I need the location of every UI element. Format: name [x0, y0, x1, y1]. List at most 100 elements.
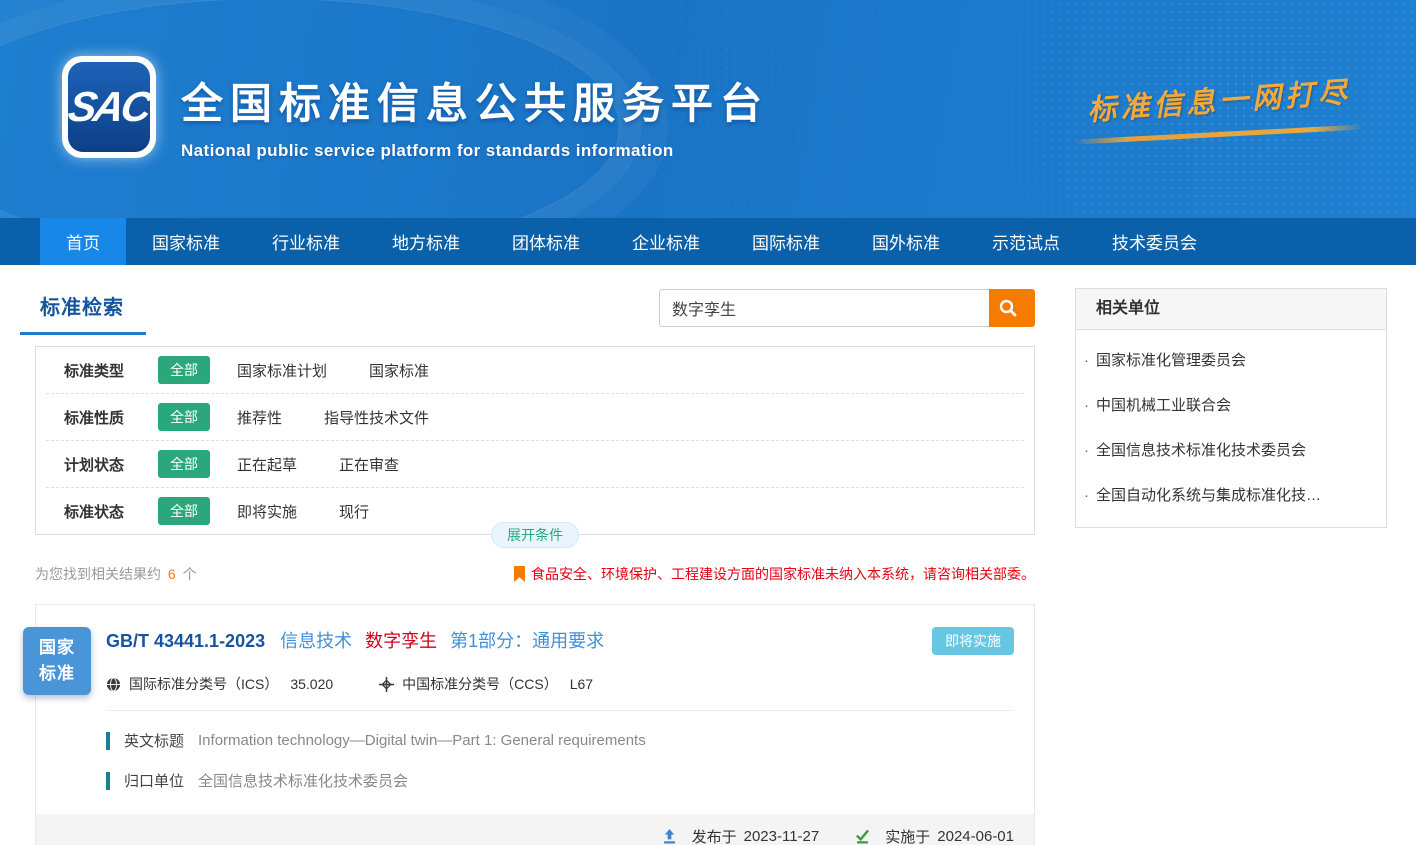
standard-title-part1[interactable]: 信息技术 — [280, 631, 352, 651]
related-unit-link[interactable]: ·中国机械工业联合会 — [1084, 382, 1371, 427]
row-marker-bar — [106, 772, 110, 790]
filter-options: 推荐性 指导性技术文件 — [237, 407, 429, 428]
ics-label: 国际标准分类号（ICS） — [129, 674, 278, 694]
nav-item-enterprise-standards[interactable]: 企业标准 — [606, 218, 726, 265]
nav-item-national-standards[interactable]: 国家标准 — [126, 218, 246, 265]
site-subtitle: National public service platform for sta… — [181, 141, 769, 161]
ccs-value: L67 — [570, 676, 593, 692]
search-button[interactable] — [989, 289, 1035, 327]
sac-logo-inner: SAC — [68, 62, 150, 152]
implement-date-item: 实施于 2024-06-01 — [855, 826, 1014, 845]
filter-panel: 标准类型 全部 国家标准计划 国家标准 标准性质 全部 推荐性 指导性技术文件 … — [35, 346, 1035, 535]
content-column: 标准检索 标准类型 全部 国家标准计划 国家标准 — [35, 288, 1035, 845]
standard-title-highlight[interactable]: 数字孪生 — [365, 631, 437, 651]
filter-options: 正在起草 正在审查 — [237, 454, 399, 475]
committee-label: 归口单位 — [124, 770, 184, 791]
nav-item-local-standards[interactable]: 地方标准 — [366, 218, 486, 265]
related-units-title: 相关单位 — [1076, 289, 1386, 330]
english-title-label: 英文标题 — [124, 730, 184, 751]
english-title-row: 英文标题 Information technology—Digital twin… — [106, 730, 1014, 751]
filter-option[interactable]: 国家标准 — [369, 360, 429, 381]
expand-conditions-button[interactable]: 展开条件 — [491, 522, 579, 548]
filter-options: 国家标准计划 国家标准 — [237, 360, 429, 381]
results-count-prefix: 为您找到相关结果约 — [35, 566, 161, 582]
publish-icon — [662, 829, 677, 844]
compass-icon — [379, 677, 394, 692]
filter-row-plan-status: 计划状态 全部 正在起草 正在审查 — [36, 441, 1034, 487]
results-count-number: 6 — [168, 566, 176, 582]
search-box — [659, 289, 1035, 327]
related-unit-link[interactable]: ·全国自动化系统与集成标准化技… — [1084, 472, 1371, 517]
filter-all-button[interactable]: 全部 — [158, 403, 210, 431]
committee-row: 归口单位 全国信息技术标准化技术委员会 — [106, 770, 1014, 791]
related-unit-link[interactable]: ·国家标准化管理委员会 — [1084, 337, 1371, 382]
filter-option[interactable]: 国家标准计划 — [237, 360, 327, 381]
classification-row: 国际标准分类号（ICS） 35.020 中国标准分类号（CCS） L67 — [106, 674, 1014, 694]
national-standard-badge[interactable]: 国家 标准 — [23, 627, 91, 695]
badge-line: 标准 — [39, 661, 75, 687]
results-count-suffix: 个 — [183, 566, 197, 582]
bullet-dot: · — [1084, 487, 1089, 504]
nav-item-industry-standards[interactable]: 行业标准 — [246, 218, 366, 265]
nav-item-international-standards[interactable]: 国际标准 — [726, 218, 846, 265]
implement-date: 2024-06-01 — [937, 828, 1014, 845]
nav-item-home[interactable]: 首页 — [40, 218, 126, 265]
ics-value: 35.020 — [290, 676, 333, 692]
filter-option[interactable]: 正在审查 — [339, 454, 399, 475]
bullet-dot: · — [1084, 397, 1089, 414]
filter-option[interactable]: 现行 — [339, 501, 369, 522]
filter-option[interactable]: 推荐性 — [237, 407, 282, 428]
row-marker-bar — [106, 732, 110, 750]
site-header: SAC 全国标准信息公共服务平台 National public service… — [0, 0, 1416, 218]
main-content: 标准检索 标准类型 全部 国家标准计划 国家标准 — [0, 265, 1416, 845]
results-count: 为您找到相关结果约 6 个 — [35, 564, 197, 584]
nav-item-pilot-demo[interactable]: 示范试点 — [966, 218, 1086, 265]
filter-row-standard-type: 标准类型 全部 国家标准计划 国家标准 — [36, 347, 1034, 393]
standard-code[interactable]: GB/T 43441.1-2023 — [106, 631, 265, 651]
ccs-group: 中国标准分类号（CCS） L67 — [379, 674, 593, 694]
search-input[interactable] — [659, 289, 989, 327]
related-units-list: ·国家标准化管理委员会 ·中国机械工业联合会 ·全国信息技术标准化技术委员会 ·… — [1076, 330, 1386, 527]
english-title-value: Information technology—Digital twin—Part… — [198, 732, 646, 749]
sac-logo[interactable]: SAC — [62, 56, 156, 158]
standard-title-link[interactable]: GB/T 43441.1-2023 信息技术 数字孪生 第1部分：通用要求 — [106, 627, 604, 653]
related-unit-link[interactable]: ·全国信息技术标准化技术委员会 — [1084, 427, 1371, 472]
system-notice: 食品安全、环境保护、工程建设方面的国家标准未纳入本系统，请咨询相关部委。 — [514, 564, 1035, 584]
page-title: 标准检索 — [40, 297, 124, 319]
badge-line: 国家 — [39, 635, 75, 661]
slogan: 标准信息一网打尽 — [1074, 78, 1364, 137]
filter-label: 标准类型 — [64, 360, 158, 381]
filter-all-button[interactable]: 全部 — [158, 450, 210, 478]
standard-result-card: 国家 标准 GB/T 43441.1-2023 信息技术 数字孪生 第1部分：通… — [35, 604, 1035, 845]
nav-item-foreign-standards[interactable]: 国外标准 — [846, 218, 966, 265]
slogan-text: 标准信息一网打尽 — [1073, 68, 1365, 130]
publish-label: 发布于 — [692, 826, 737, 845]
search-icon — [998, 298, 1018, 318]
notice-text: 食品安全、环境保护、工程建设方面的国家标准未纳入本系统，请咨询相关部委。 — [531, 564, 1035, 584]
filter-all-button[interactable]: 全部 — [158, 497, 210, 525]
globe-icon — [106, 677, 121, 692]
filter-option[interactable]: 指导性技术文件 — [324, 407, 429, 428]
section-title-tab: 标准检索 — [20, 288, 146, 335]
publish-date-item: 发布于 2023-11-27 — [662, 826, 820, 845]
filter-label: 计划状态 — [64, 454, 158, 475]
filter-option[interactable]: 即将实施 — [237, 501, 297, 522]
filter-row-standard-nature: 标准性质 全部 推荐性 指导性技术文件 — [36, 394, 1034, 440]
filter-label: 标准状态 — [64, 501, 158, 522]
nav-item-group-standards[interactable]: 团体标准 — [486, 218, 606, 265]
main-nav: 首页 国家标准 行业标准 地方标准 团体标准 企业标准 国际标准 国外标准 示范… — [0, 218, 1416, 265]
bullet-dot: · — [1084, 442, 1089, 459]
filter-all-button[interactable]: 全部 — [158, 356, 210, 384]
site-title-block: 全国标准信息公共服务平台 National public service pla… — [181, 70, 769, 161]
filter-option[interactable]: 正在起草 — [237, 454, 297, 475]
results-info-row: 为您找到相关结果约 6 个 食品安全、环境保护、工程建设方面的国家标准未纳入本系… — [35, 564, 1035, 584]
committee-value: 全国信息技术标准化技术委员会 — [198, 770, 408, 791]
site-title: 全国标准信息公共服务平台 — [181, 70, 769, 131]
divider — [106, 710, 1014, 711]
ccs-label: 中国标准分类号（CCS） — [402, 674, 558, 694]
nav-item-technical-committee[interactable]: 技术委员会 — [1086, 218, 1223, 265]
filter-label: 标准性质 — [64, 407, 158, 428]
related-units-panel: 相关单位 ·国家标准化管理委员会 ·中国机械工业联合会 ·全国信息技术标准化技术… — [1075, 288, 1387, 528]
search-row: 标准检索 — [35, 288, 1035, 333]
standard-title-part2[interactable]: 第1部分：通用要求 — [450, 631, 604, 651]
